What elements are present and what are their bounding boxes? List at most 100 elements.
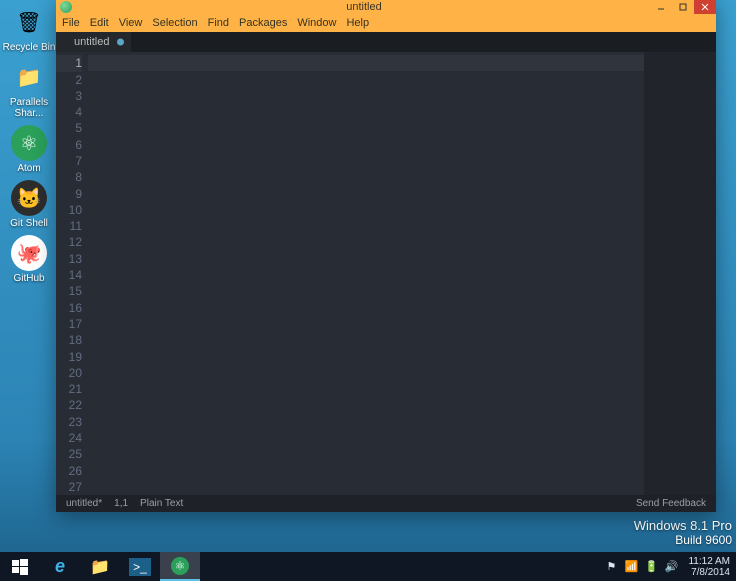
desktop-icon-label: GitHub <box>13 273 44 284</box>
gutter-line-number: 25 <box>56 446 82 462</box>
desktop-icon-parallels[interactable]: 📁 Parallels Shar... <box>2 59 56 119</box>
gutter-line-number: 21 <box>56 381 82 397</box>
gutter-line-number: 18 <box>56 332 82 348</box>
folder-icon: 📁 <box>11 59 47 95</box>
powershell-icon: >_ <box>129 558 151 576</box>
tray-clock[interactable]: 11:12 AM 7/8/2014 <box>688 556 730 578</box>
current-line-highlight <box>88 55 644 71</box>
watermark-line2: Build 9600 <box>634 533 732 547</box>
gutter-line-number: 11 <box>56 218 82 234</box>
window-controls <box>650 0 716 14</box>
tab-label: untitled <box>74 36 109 48</box>
menu-file[interactable]: File <box>62 17 80 29</box>
gutter-line-number: 5 <box>56 120 82 136</box>
menubar: File Edit View Selection Find Packages W… <box>56 15 716 32</box>
gutter-line-number: 4 <box>56 104 82 120</box>
desktop-icon-atom[interactable]: ⚛ Atom <box>2 125 56 174</box>
tab-modified-icon <box>117 38 124 45</box>
gutter-line-number: 23 <box>56 414 82 430</box>
menu-help[interactable]: Help <box>346 17 369 29</box>
desktop-icons: 🗑 Recycle Bin 📁 Parallels Shar... ⚛ Atom… <box>2 4 56 284</box>
minimize-button[interactable] <box>650 0 672 14</box>
tabbar: untitled <box>56 32 716 53</box>
menu-edit[interactable]: Edit <box>90 17 109 29</box>
menu-selection[interactable]: Selection <box>152 17 197 29</box>
desktop: 🗑 Recycle Bin 📁 Parallels Shar... ⚛ Atom… <box>0 0 736 581</box>
tray-date: 7/8/2014 <box>688 567 730 578</box>
gutter-line-number: 1 <box>56 55 82 71</box>
desktop-icon-git-shell[interactable]: 🐱 Git Shell <box>2 180 56 229</box>
folder-icon: 📁 <box>90 557 110 577</box>
gutter: 1234567891011121314151617181920212223242… <box>56 52 88 495</box>
tray-flag-icon[interactable]: ⚑ <box>604 560 618 573</box>
tab-untitled[interactable]: untitled <box>56 32 131 53</box>
menu-window[interactable]: Window <box>297 17 336 29</box>
system-tray: ⚑ 📶 🔋 🔊 11:12 AM 7/8/2014 <box>598 552 736 581</box>
tray-network-icon[interactable]: 📶 <box>624 560 638 573</box>
taskbar-atom[interactable]: ⚛ <box>160 552 200 581</box>
gutter-line-number: 9 <box>56 186 82 202</box>
taskbar-explorer[interactable]: 📁 <box>80 552 120 581</box>
gutter-line-number: 22 <box>56 397 82 413</box>
window-title: untitled <box>78 1 650 13</box>
gutter-line-number: 6 <box>56 137 82 153</box>
taskbar-powershell[interactable]: >_ <box>120 552 160 581</box>
taskbar-ie[interactable]: e <box>40 552 80 581</box>
menu-view[interactable]: View <box>119 17 143 29</box>
menu-packages[interactable]: Packages <box>239 17 287 29</box>
gutter-line-number: 19 <box>56 349 82 365</box>
windows-icon <box>12 559 28 575</box>
minimap[interactable] <box>644 52 716 495</box>
editor-area: 1234567891011121314151617181920212223242… <box>56 52 716 495</box>
gutter-line-number: 15 <box>56 283 82 299</box>
atom-app-icon <box>60 1 72 13</box>
gutter-line-number: 17 <box>56 316 82 332</box>
close-icon <box>701 3 709 11</box>
menu-find[interactable]: Find <box>208 17 229 29</box>
tray-battery-icon[interactable]: 🔋 <box>644 560 658 573</box>
gutter-line-number: 16 <box>56 300 82 316</box>
desktop-icon-label: Recycle Bin <box>3 42 56 53</box>
atom-icon: ⚛ <box>171 557 189 575</box>
gutter-line-number: 8 <box>56 169 82 185</box>
tray-time: 11:12 AM <box>688 556 730 567</box>
status-file[interactable]: untitled* <box>66 498 102 509</box>
status-feedback[interactable]: Send Feedback <box>636 498 706 509</box>
gitshell-icon: 🐱 <box>11 180 47 216</box>
gutter-line-number: 13 <box>56 251 82 267</box>
statusbar: untitled* 1,1 Plain Text Send Feedback <box>56 495 716 512</box>
desktop-icon-label: Atom <box>17 163 40 174</box>
windows-watermark: Windows 8.1 Pro Build 9600 <box>634 518 732 547</box>
gutter-line-number: 14 <box>56 267 82 283</box>
text-editor[interactable] <box>88 52 644 495</box>
minimize-icon <box>657 3 665 11</box>
gutter-line-number: 24 <box>56 430 82 446</box>
trash-icon: 🗑 <box>11 4 47 40</box>
desktop-icon-label: Git Shell <box>10 218 48 229</box>
gutter-line-number: 20 <box>56 365 82 381</box>
desktop-icon-label: Parallels Shar... <box>2 97 56 119</box>
github-icon: 🐙 <box>11 235 47 271</box>
watermark-line1: Windows 8.1 Pro <box>634 518 732 533</box>
atom-icon: ⚛ <box>11 125 47 161</box>
gutter-line-number: 2 <box>56 72 82 88</box>
gutter-line-number: 27 <box>56 479 82 495</box>
gutter-line-number: 26 <box>56 463 82 479</box>
atom-window: untitled File Edit View Selection Find P… <box>56 0 716 512</box>
close-button[interactable] <box>694 0 716 14</box>
taskbar: e 📁 >_ ⚛ ⚑ 📶 🔋 🔊 11:12 AM 7/8/2014 <box>0 552 736 581</box>
gutter-line-number: 12 <box>56 234 82 250</box>
desktop-icon-github[interactable]: 🐙 GitHub <box>2 235 56 284</box>
maximize-icon <box>679 3 687 11</box>
desktop-icon-recycle-bin[interactable]: 🗑 Recycle Bin <box>2 4 56 53</box>
maximize-button[interactable] <box>672 0 694 14</box>
gutter-line-number: 10 <box>56 202 82 218</box>
status-cursor-pos[interactable]: 1,1 <box>114 498 128 509</box>
status-grammar[interactable]: Plain Text <box>140 498 183 509</box>
titlebar[interactable]: untitled <box>56 0 716 15</box>
ie-icon: e <box>55 556 65 577</box>
start-button[interactable] <box>0 552 40 581</box>
gutter-line-number: 3 <box>56 88 82 104</box>
tray-volume-icon[interactable]: 🔊 <box>664 560 678 573</box>
gutter-line-number: 7 <box>56 153 82 169</box>
